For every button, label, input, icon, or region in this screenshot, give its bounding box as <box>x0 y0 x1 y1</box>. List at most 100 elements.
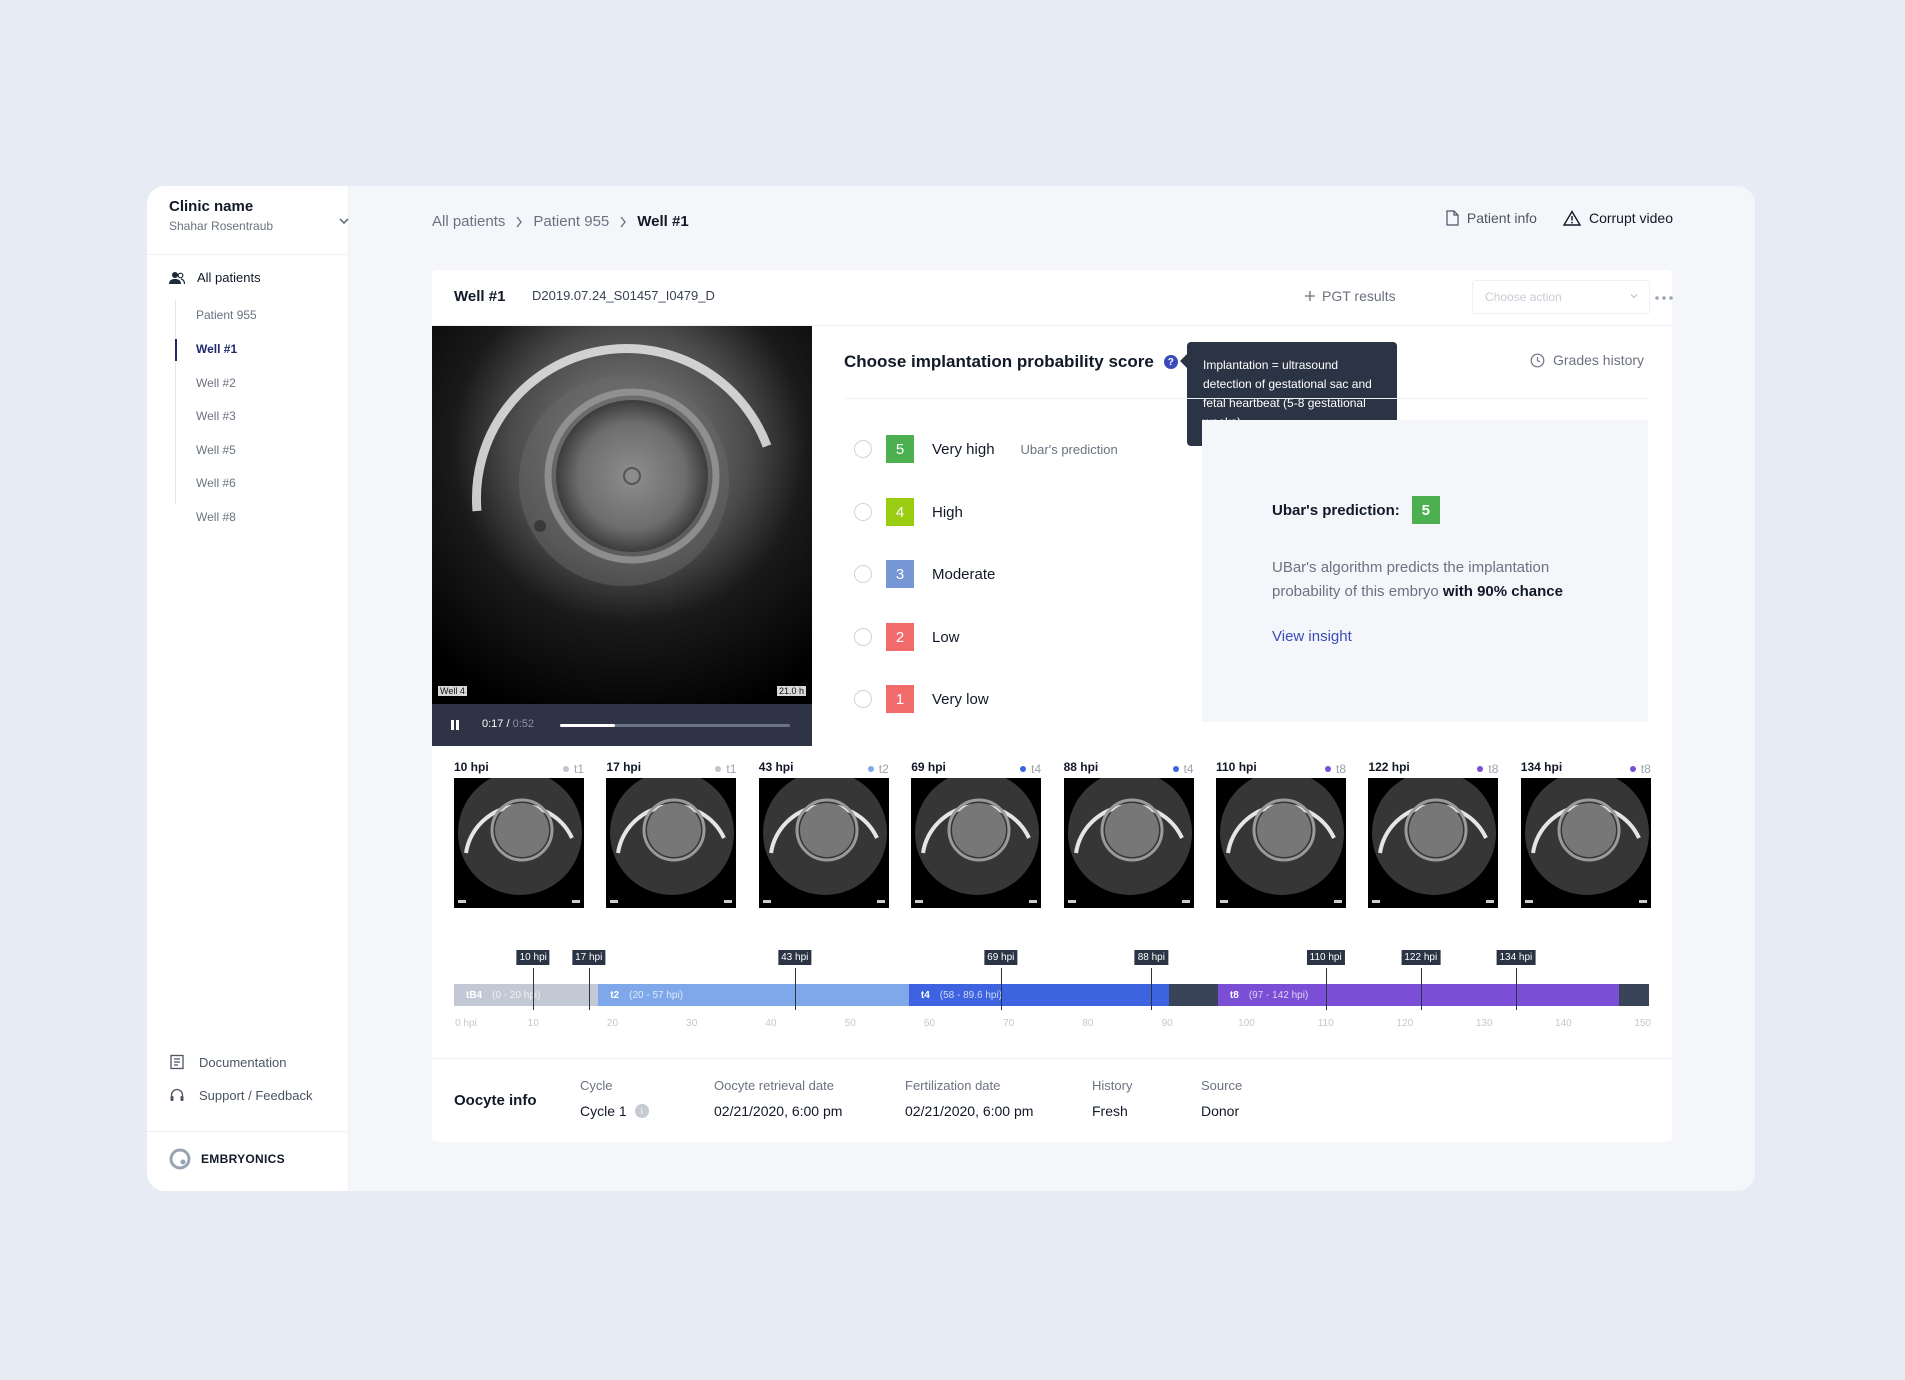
score-heading: Choose implantation probability score ? <box>844 352 1178 372</box>
timeline-segment[interactable]: t4 (58 - 89.6 hpi) <box>908 984 1169 1006</box>
history-value: Fresh <box>1092 1103 1128 1119</box>
help-icon[interactable]: ? <box>1163 355 1178 369</box>
history-label: History <box>1092 1078 1133 1093</box>
source-value: Donor <box>1201 1103 1240 1119</box>
grades-history-label: Grades history <box>1553 352 1645 368</box>
timeline-tick: 10 <box>527 1018 539 1029</box>
file-icon <box>1446 210 1459 226</box>
score-title: Choose implantation probability score <box>844 352 1154 371</box>
score-option-1[interactable]: 1 Very low <box>854 685 989 713</box>
thumbnail-hpi: 10 hpi <box>454 760 489 774</box>
marker-label: 110 hpi <box>1306 950 1345 965</box>
documentation-link[interactable]: Documentation <box>169 1054 286 1070</box>
embryo-thumbnail[interactable]: 69 hpi t4 <box>911 760 1042 908</box>
brand-name: EMBRYONICS <box>201 1152 285 1166</box>
stage-dot-icon <box>1324 766 1331 772</box>
video-progress-bar[interactable] <box>560 724 790 727</box>
support-label: Support / Feedback <box>199 1087 313 1103</box>
clinic-selector[interactable]: Clinic name Shahar Rosentraub <box>169 198 349 233</box>
thumbnail-header: 110 hpi t8 <box>1216 760 1346 778</box>
prediction-panel: Ubar's prediction: 5 UBar's algorithm pr… <box>1202 420 1648 722</box>
embryo-video-player[interactable]: Well 4 21.0 h 0:17 / 0:52 <box>432 326 812 746</box>
sidebar-item-well-3[interactable]: Well #3 <box>196 409 236 423</box>
marker-line <box>794 968 796 1010</box>
thumbnail-header: 88 hpi t4 <box>1064 760 1194 778</box>
more-options-icon[interactable] <box>1654 295 1674 301</box>
plus-icon <box>1305 291 1315 301</box>
score-label: Moderate <box>932 565 996 583</box>
embryo-thumbnail[interactable]: 17 hpi t1 <box>606 760 737 908</box>
sidebar-item-well-1[interactable]: Well #1 <box>196 342 237 356</box>
timeline-segment[interactable] <box>1168 984 1218 1006</box>
stage-dot-icon <box>1629 766 1636 772</box>
segment-label: t8 <box>1229 989 1239 1001</box>
retrieval-date-label: Oocyte retrieval date <box>714 1078 834 1093</box>
embryo-thumbnail[interactable]: 122 hpi t8 <box>1368 760 1499 908</box>
score-option-2[interactable]: 2 Low <box>854 623 960 651</box>
timeline-tick: 90 <box>1161 1018 1173 1029</box>
stage-dot-icon <box>1020 766 1027 772</box>
timeline-segment[interactable]: t2 (20 - 57 hpi) <box>598 984 909 1006</box>
cycle-label: Cycle <box>580 1078 613 1093</box>
sidebar-item-well-5[interactable]: Well #5 <box>196 443 236 457</box>
duration: 0:52 <box>512 718 535 730</box>
info-icon[interactable]: i <box>634 1104 649 1118</box>
timeline-segment[interactable] <box>1618 984 1649 1006</box>
prediction-title: Ubar's prediction: <box>1272 501 1400 519</box>
prediction-score-badge: 5 <box>1411 496 1440 524</box>
score-option-4[interactable]: 4 High <box>854 498 963 526</box>
patient-info-button[interactable]: Patient info <box>1446 210 1537 226</box>
radio-button[interactable] <box>854 690 872 708</box>
cycle-value: Cycle 1 <box>580 1103 627 1119</box>
chevron-right-icon <box>620 216 627 227</box>
score-option-5[interactable]: 5 Very high Ubar's prediction <box>854 435 1118 463</box>
thumbnail-stage: t8 <box>1477 760 1498 778</box>
sidebar-item-well-6[interactable]: Well #6 <box>196 476 236 490</box>
divider <box>147 254 349 255</box>
choose-action-placeholder: Choose action <box>1485 290 1562 304</box>
embryo-thumbnail[interactable]: 10 hpi t1 <box>454 760 584 908</box>
breadcrumb-patient[interactable]: Patient 955 <box>533 213 609 230</box>
documentation-label: Documentation <box>199 1054 287 1070</box>
thumbnail-hpi: 69 hpi <box>911 760 946 774</box>
pgt-results-button[interactable]: PGT results <box>1304 288 1396 304</box>
breadcrumb-all-patients[interactable]: All patients <box>432 213 505 230</box>
score-option-3[interactable]: 3 Moderate <box>854 560 995 588</box>
radio-button[interactable] <box>854 628 872 646</box>
choose-action-select[interactable]: Choose action <box>1472 280 1650 314</box>
thumbnail-header: 43 hpi t2 <box>759 760 889 778</box>
timeline-segment[interactable]: tB4 (0 - 20 hpi) <box>454 984 599 1006</box>
thumbnail-stage: t8 <box>1629 760 1651 778</box>
sidebar-item-label: All patients <box>197 270 261 285</box>
radio-button[interactable] <box>854 440 872 458</box>
marker-line <box>588 968 590 1010</box>
corrupt-video-button[interactable]: Corrupt video <box>1562 210 1673 226</box>
radio-button[interactable] <box>854 503 872 521</box>
score-label: Very low <box>932 690 989 708</box>
sidebar-item-patient[interactable]: Patient 955 <box>196 308 257 322</box>
grades-history-button[interactable]: Grades history <box>1530 352 1644 368</box>
support-link[interactable]: Support / Feedback <box>169 1087 312 1103</box>
pause-icon[interactable] <box>448 718 462 732</box>
radio-button[interactable] <box>854 565 872 583</box>
embryo-thumbnail[interactable]: 43 hpi t2 <box>758 760 889 908</box>
thumbnail-hpi: 88 hpi <box>1063 760 1099 774</box>
marker-label: 17 hpi <box>572 950 606 965</box>
timeline-tick: 0 hpi <box>455 1018 477 1029</box>
embryo-thumbnail[interactable]: 134 hpi t8 <box>1520 760 1651 908</box>
breadcrumb: All patients Patient 955 Well #1 <box>432 213 689 230</box>
score-badge: 2 <box>886 623 914 651</box>
embryo-thumbnail[interactable]: 88 hpi t4 <box>1063 760 1194 908</box>
timeline-tick: 100 <box>1238 1018 1255 1029</box>
breadcrumb-current: Well #1 <box>637 213 689 230</box>
view-insight-link[interactable]: View insight <box>1272 628 1352 645</box>
retrieval-date-value: 02/21/2020, 6:00 pm <box>714 1103 843 1119</box>
embryo-thumbnail-image <box>1520 778 1651 908</box>
sidebar-item-well-2[interactable]: Well #2 <box>196 376 236 390</box>
timeline-segment[interactable]: t8 (97 - 142 hpi) <box>1217 984 1619 1006</box>
sidebar-item-well-8[interactable]: Well #8 <box>196 510 236 524</box>
chevron-down-icon[interactable] <box>337 214 351 228</box>
sidebar-item-all-patients[interactable]: All patients <box>169 270 261 285</box>
thumbnail-header: 69 hpi t4 <box>911 760 1041 778</box>
embryo-thumbnail[interactable]: 110 hpi t8 <box>1216 760 1346 908</box>
